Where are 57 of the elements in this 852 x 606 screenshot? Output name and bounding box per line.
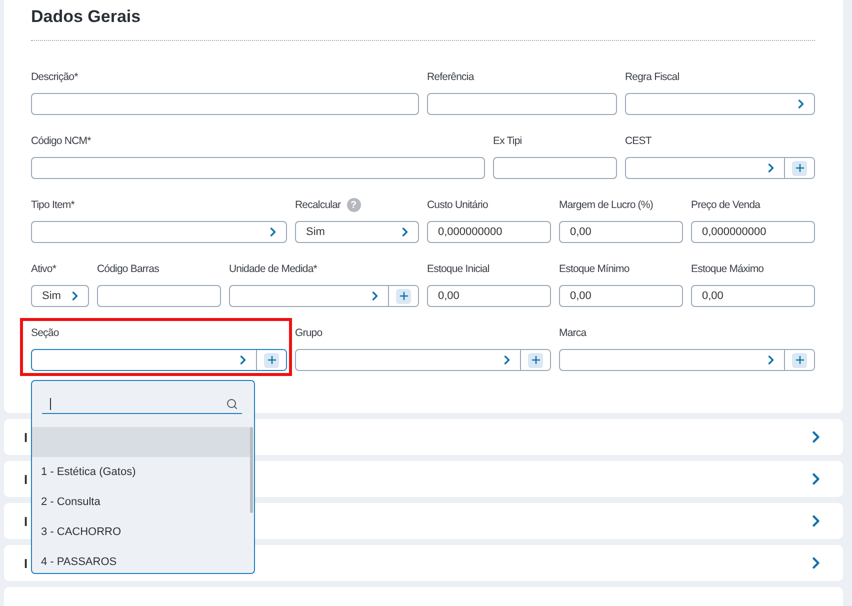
input-field[interactable] — [97, 285, 221, 307]
add-button[interactable] — [784, 158, 814, 178]
field-label: Código NCM* — [31, 135, 91, 147]
input-field[interactable] — [493, 157, 617, 179]
field-label: Marca — [559, 327, 586, 339]
input-field[interactable]: 0,00 — [691, 285, 815, 307]
select-field[interactable] — [229, 285, 419, 307]
field-label: Descrição* — [31, 71, 78, 83]
plus-icon — [398, 290, 410, 302]
select-field[interactable] — [31, 349, 287, 371]
plus-icon — [530, 354, 542, 366]
add-button[interactable] — [520, 350, 550, 370]
select-field[interactable]: Sim — [31, 285, 89, 307]
plus-icon — [266, 354, 278, 366]
field-label: Ex Tipi — [493, 135, 522, 147]
search-icon — [226, 398, 238, 410]
field-label: Recalcular — [295, 199, 341, 211]
input-field[interactable]: 0,00 — [427, 285, 551, 307]
section-title: Dados Gerais — [31, 6, 142, 28]
field-label: Grupo — [295, 327, 322, 339]
select-field[interactable] — [295, 349, 551, 371]
field-label: Unidade de Medida* — [229, 263, 317, 275]
add-button[interactable] — [784, 350, 814, 370]
dropdown-option[interactable]: 4 - PASSAROS — [32, 547, 250, 573]
select-value: Sim — [306, 226, 325, 238]
field-label: Tipo Item* — [31, 199, 74, 211]
field-label: Seção — [31, 327, 59, 339]
add-button[interactable] — [388, 286, 418, 306]
select-field[interactable] — [625, 157, 815, 179]
select-field[interactable] — [31, 221, 287, 243]
field-label: CEST — [625, 135, 652, 147]
field-label: Estoque Inicial — [427, 263, 490, 275]
field-label: Regra Fiscal — [625, 71, 680, 83]
field-label: Custo Unitário — [427, 199, 488, 211]
input-field[interactable] — [31, 157, 485, 179]
field-label: Margem de Lucro (%) — [559, 199, 653, 211]
add-button[interactable] — [256, 350, 286, 370]
scrollbar-thumb[interactable] — [250, 427, 253, 513]
select-value: Sim — [42, 290, 61, 302]
plus-icon — [794, 162, 806, 174]
field-label: Referência — [427, 71, 474, 83]
input-field[interactable] — [31, 93, 419, 115]
input-field[interactable]: 0,00 — [559, 221, 683, 243]
plus-icon — [794, 354, 806, 366]
field-label: Ativo* — [31, 263, 56, 275]
input-field[interactable]: 0,000000000 — [691, 221, 815, 243]
input-field[interactable]: 0,000000000 — [427, 221, 551, 243]
field-label: Estoque Máximo — [691, 263, 764, 275]
select-field[interactable] — [625, 93, 815, 115]
field-label: Estoque Mínimo — [559, 263, 630, 275]
field-label: Código Barras — [97, 263, 159, 275]
text-cursor — [50, 398, 51, 410]
input-field[interactable]: 0,00 — [559, 285, 683, 307]
select-field[interactable]: Sim — [295, 221, 419, 243]
select-field[interactable] — [559, 349, 815, 371]
input-field[interactable] — [427, 93, 617, 115]
field-label: Preço de Venda — [691, 199, 760, 211]
